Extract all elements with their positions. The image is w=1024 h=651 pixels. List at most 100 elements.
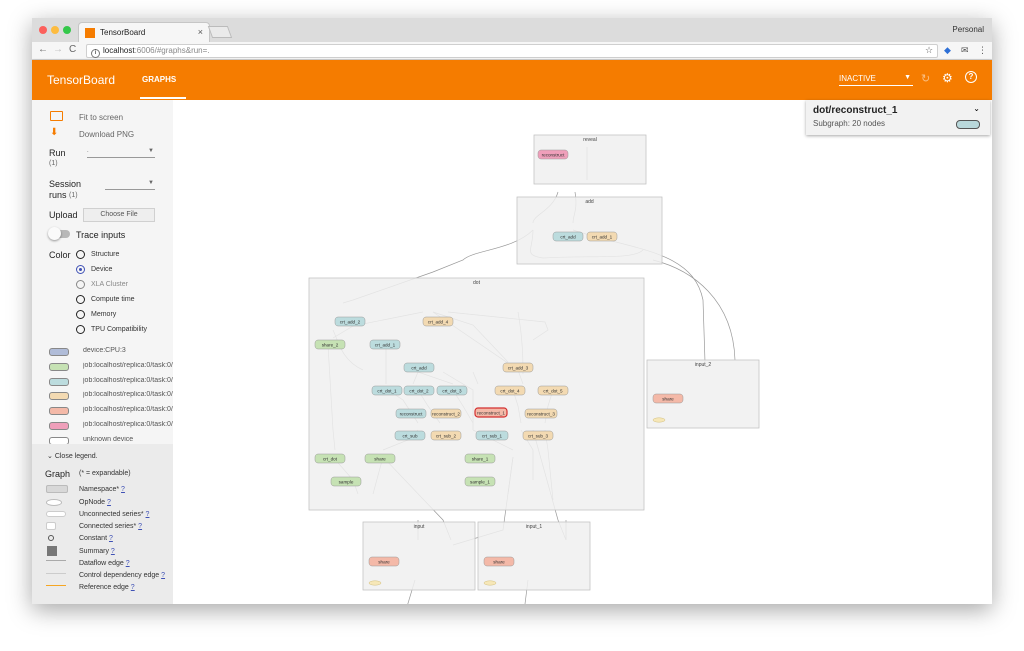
new-tab-button[interactable] [207,26,233,38]
namespace-label: input [414,524,425,530]
radio-memory[interactable] [76,310,85,319]
device-label: job:localhost/replica:0/task:0/device:CP… [83,421,173,428]
radio-label-memory: Memory [91,311,117,318]
graph-node-label: crt_dot_5 [543,388,563,393]
tab-title: TensorBoard [100,28,146,37]
device-swatch [49,422,69,430]
reference-edge-icon [46,585,66,586]
namespace-group[interactable] [516,196,663,265]
summary-help-link[interactable]: ? [111,548,115,555]
graph-node-label: sample_1 [470,479,490,484]
reference-help-link[interactable]: ? [131,584,135,591]
radio-structure[interactable] [76,250,85,259]
download-icon[interactable]: ⬇ [50,127,58,138]
extension-icon[interactable]: ◆ [944,45,951,56]
mail-icon[interactable]: ✉ [961,45,969,56]
legend-expandable-note: (* = expandable) [79,470,131,477]
menu-dots-icon[interactable]: ⋮ [978,45,987,56]
toggle-knob [48,227,61,240]
help-icon[interactable]: ? [965,71,977,83]
legend-item-namespace: Namespace* ? [79,486,125,493]
namespace-group[interactable] [362,521,476,591]
radio-compute-time[interactable] [76,295,85,304]
maximize-window-icon[interactable] [63,26,71,34]
info-icon[interactable]: i [91,49,100,58]
radio-label-device: Device [91,266,113,273]
control-help-link[interactable]: ? [161,572,165,579]
upload-label: Upload [49,210,78,220]
opnode-icon [46,499,62,506]
trace-inputs-label: Trace inputs [76,230,126,240]
graph-node-label: share [378,559,390,564]
graph-node-label: crt_sub_1 [482,433,503,438]
url-path: :6006/#graphs&run=. [134,46,210,55]
legend-item-opnode: OpNode ? [79,499,111,506]
back-icon[interactable]: ← [38,44,48,55]
plugin-select[interactable]: INACTIVE ▼ [839,74,913,86]
url-host: localhost [103,46,135,55]
graph-canvas[interactable]: reveal add dot input_2 input input_1 reconstr… [173,100,992,604]
app-brand: TensorBoard [47,73,116,87]
profile-name[interactable]: Personal [952,25,984,34]
star-icon[interactable]: ☆ [925,45,933,56]
series-node[interactable] [368,580,382,586]
session-label: Session [49,179,82,189]
graph-node-label: crt_add_4 [428,319,449,324]
graph-node-label: reconstruct_3 [527,411,555,416]
unconnected-help-link[interactable]: ? [146,511,150,518]
graph-svg[interactable]: reveal add dot input_2input input_1 reconstr… [173,100,992,604]
download-png-button[interactable]: Download PNG [79,130,134,139]
forward-icon[interactable]: → [53,44,63,55]
gear-icon[interactable]: ⚙ [942,71,953,85]
session-count: (1) [69,192,78,199]
namespace-group[interactable] [308,277,645,511]
tab-graphs[interactable]: GRAPHS [142,75,176,84]
device-swatch [49,377,69,386]
node-info-card[interactable]: dot/reconstruct_1 Subgraph: 20 nodes ⌄ [806,100,990,135]
graph-node-label: reconstruct_2 [432,411,460,416]
graph-node-label: crt_add_2 [340,319,361,324]
app-toolbar: TensorBoard GRAPHS INACTIVE ▼ ↻ ⚙ ? [32,60,992,100]
dataflow-edge-icon [46,560,66,561]
minimize-window-icon[interactable] [51,26,59,34]
device-label: job:localhost/replica:0/task:0/device:CP… [83,376,173,384]
chevron-down-icon: ▼ [148,180,154,186]
url-input[interactable]: i localhost:6006/#graphs&run=. [86,44,938,58]
opnode-help-link[interactable]: ? [107,499,111,506]
graph-node-label: crt_add [560,234,576,239]
session-select[interactable]: ▼ [105,180,155,190]
connected-help-link[interactable]: ? [138,523,142,530]
browser-tab[interactable]: TensorBoard × [78,22,210,42]
address-bar: ← → C i localhost:6006/#graphs&run=. ☆ ◆ … [32,42,992,60]
run-select-value: . [87,148,89,154]
graph-node-label: crt_add_3 [508,365,529,370]
radio-tpu[interactable] [76,325,85,334]
device-label: job:localhost/replica:0/task:0/device:CP… [83,361,173,369]
radio-xla-cluster[interactable] [76,280,85,289]
chevron-down-icon[interactable]: ⌄ [973,104,980,113]
radio-device[interactable] [76,265,85,274]
close-legend-button[interactable]: ⌄ Close legend. [47,452,98,460]
close-window-icon[interactable] [39,26,47,34]
tab-close-icon[interactable]: × [198,27,203,37]
series-node[interactable] [483,580,497,586]
constant-help-link[interactable]: ? [109,535,113,542]
fit-to-screen-button[interactable]: Fit to screen [79,113,123,122]
connected-series-icon [46,522,56,530]
trace-inputs-toggle[interactable] [48,227,70,240]
namespace-label: input_1 [526,524,543,530]
reload-data-icon[interactable]: ↻ [921,72,930,85]
edge [652,259,736,361]
device-swatch [49,362,69,371]
graph-node-label: reconstruct [542,152,565,157]
series-node[interactable] [652,417,666,423]
choose-file-button[interactable]: Choose File [83,208,155,222]
namespace-group[interactable] [477,521,591,591]
fit-screen-icon[interactable] [50,111,63,121]
graph-node-label: reconstruct [400,411,423,416]
tab-strip: TensorBoard × Personal [32,18,992,42]
namespace-help-link[interactable]: ? [121,486,125,493]
dataflow-help-link[interactable]: ? [126,560,130,567]
run-select[interactable]: . ▼ [87,148,155,158]
reload-icon[interactable]: C [69,44,76,55]
